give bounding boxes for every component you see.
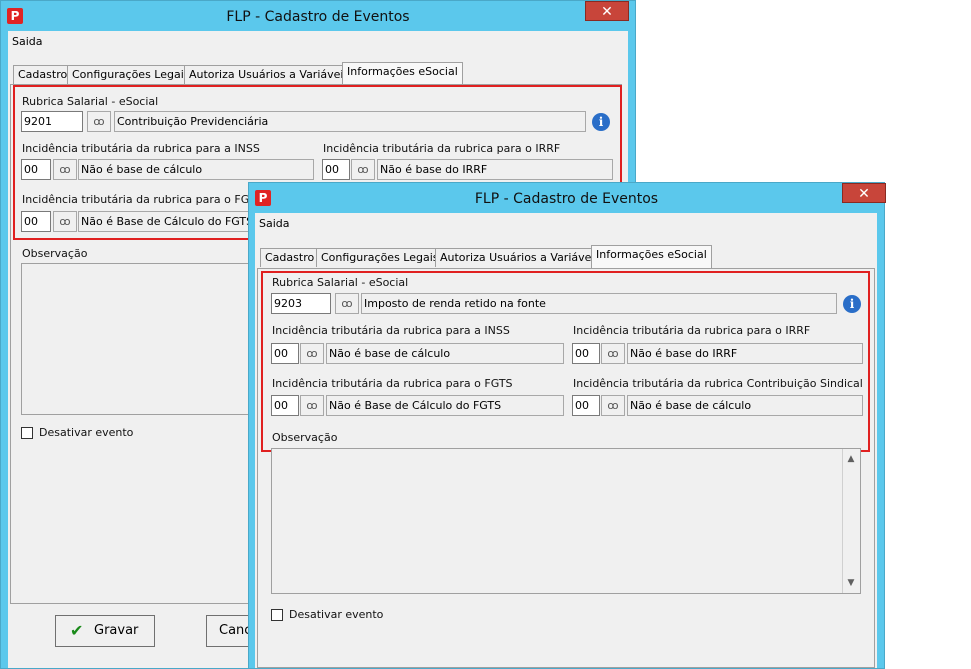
scroll-up-icon[interactable]: ▲	[843, 451, 859, 467]
binoculars-icon: ꝏ	[306, 347, 318, 360]
binoculars-icon: ꝏ	[341, 297, 353, 310]
inss-search-button[interactable]: ꝏ	[300, 343, 324, 364]
binoculars-icon: ꝏ	[607, 399, 619, 412]
irrf-code-input[interactable]: 00	[572, 343, 600, 364]
check-icon: ✔	[70, 621, 84, 640]
tab-informacoes-esocial[interactable]: Informações eSocial	[342, 62, 463, 85]
menu-saida[interactable]: Saida	[259, 217, 290, 230]
rubrica-info-button[interactable]: i	[841, 293, 863, 315]
menu-saida[interactable]: Saida	[12, 35, 43, 48]
fgts-description: Não é Base de Cálculo do FGTS	[326, 395, 564, 416]
fgts-code-input[interactable]: 00	[21, 211, 51, 232]
fgts-code-input[interactable]: 00	[271, 395, 299, 416]
rubrica-code-input[interactable]: 9203	[271, 293, 331, 314]
sindical-search-button[interactable]: ꝏ	[601, 395, 625, 416]
inss-label: Incidência tributária da rubrica para a …	[272, 324, 510, 337]
tab-configuracoes-legais[interactable]: Configurações Legais	[316, 248, 444, 267]
info-icon: i	[843, 295, 861, 313]
sindical-label: Incidência tributária da rubrica Contrib…	[573, 377, 863, 390]
binoculars-icon: ꝏ	[93, 115, 105, 128]
fgts-search-button[interactable]: ꝏ	[300, 395, 324, 416]
close-icon: ✕	[601, 4, 613, 20]
desativar-label: Desativar evento	[39, 426, 134, 439]
front-client: Saida Cadastro Configurações Legais Auto…	[255, 213, 877, 668]
info-icon: i	[592, 113, 610, 131]
tab-cadastro[interactable]: Cadastro	[260, 248, 320, 267]
binoculars-icon: ꝏ	[59, 215, 71, 228]
close-button[interactable]: ✕	[585, 1, 629, 21]
gravar-button[interactable]: ✔ Gravar	[55, 615, 155, 647]
desativar-checkbox[interactable]	[21, 427, 33, 439]
rubrica-code-input[interactable]: 9201	[21, 111, 83, 132]
fgts-label: Incidência tributária da rubrica para o …	[22, 193, 263, 206]
scroll-down-icon[interactable]: ▼	[843, 575, 859, 591]
tab-autoriza-usuarios[interactable]: Autoriza Usuários a Variáveis	[184, 65, 355, 84]
back-titlebar: P FLP - Cadastro de Eventos ✕	[1, 1, 635, 31]
menubar: Saida	[255, 213, 877, 233]
irrf-description: Não é base do IRRF	[627, 343, 863, 364]
observacao-label: Observação	[22, 247, 88, 260]
window-title: FLP - Cadastro de Eventos	[226, 9, 410, 25]
window-title: FLP - Cadastro de Eventos	[474, 191, 659, 207]
gravar-label: Gravar	[94, 623, 139, 638]
observacao-scrollbar[interactable]: ▲ ▼	[842, 449, 860, 593]
sindical-description: Não é base de cálculo	[627, 395, 863, 416]
rubrica-search-button[interactable]: ꝏ	[335, 293, 359, 314]
rubrica-label: Rubrica Salarial - eSocial	[272, 276, 409, 289]
sindical-code-input[interactable]: 00	[572, 395, 600, 416]
tab-cadastro[interactable]: Cadastro	[13, 65, 73, 84]
irrf-search-button[interactable]: ꝏ	[601, 343, 625, 364]
observacao-textarea[interactable]: ▲ ▼	[271, 448, 861, 594]
inss-description: Não é base de cálculo	[78, 159, 314, 180]
close-button[interactable]: ✕	[842, 183, 886, 203]
irrf-label: Incidência tributária da rubrica para o …	[323, 142, 561, 155]
irrf-search-button[interactable]: ꝏ	[351, 159, 375, 180]
binoculars-icon: ꝏ	[357, 163, 369, 176]
inss-description: Não é base de cálculo	[326, 343, 564, 364]
fgts-search-button[interactable]: ꝏ	[53, 211, 77, 232]
front-titlebar: P FLP - Cadastro de Eventos ✕	[249, 183, 886, 213]
rubrica-label: Rubrica Salarial - eSocial	[22, 95, 159, 108]
binoculars-icon: ꝏ	[607, 347, 619, 360]
fgts-label: Incidência tributária da rubrica para o …	[272, 377, 513, 390]
inss-code-input[interactable]: 00	[271, 343, 299, 364]
binoculars-icon: ꝏ	[306, 399, 318, 412]
tab-informacoes-esocial[interactable]: Informações eSocial	[591, 245, 712, 268]
inss-search-button[interactable]: ꝏ	[53, 159, 77, 180]
rubrica-description: Contribuição Previdenciária	[114, 111, 586, 132]
inss-label: Incidência tributária da rubrica para a …	[22, 142, 260, 155]
inss-code-input[interactable]: 00	[21, 159, 51, 180]
desativar-label: Desativar evento	[289, 608, 384, 621]
irrf-code-input[interactable]: 00	[322, 159, 350, 180]
cancel-label: Canc	[219, 623, 252, 638]
tab-configuracoes-legais[interactable]: Configurações Legais	[67, 65, 195, 84]
binoculars-icon: ꝏ	[59, 163, 71, 176]
observacao-label: Observação	[272, 431, 338, 444]
front-window: P FLP - Cadastro de Eventos ✕ Saida Cada…	[248, 182, 886, 669]
desativar-checkbox[interactable]	[271, 609, 283, 621]
rubrica-search-button[interactable]: ꝏ	[87, 111, 111, 132]
menubar: Saida	[8, 31, 628, 51]
irrf-description: Não é base do IRRF	[377, 159, 613, 180]
rubrica-description: Imposto de renda retido na fonte	[361, 293, 837, 314]
tab-autoriza-usuarios[interactable]: Autoriza Usuários a Variáveis	[435, 248, 606, 267]
close-icon: ✕	[858, 186, 870, 202]
irrf-label: Incidência tributária da rubrica para o …	[573, 324, 811, 337]
rubrica-info-button[interactable]: i	[590, 111, 612, 133]
